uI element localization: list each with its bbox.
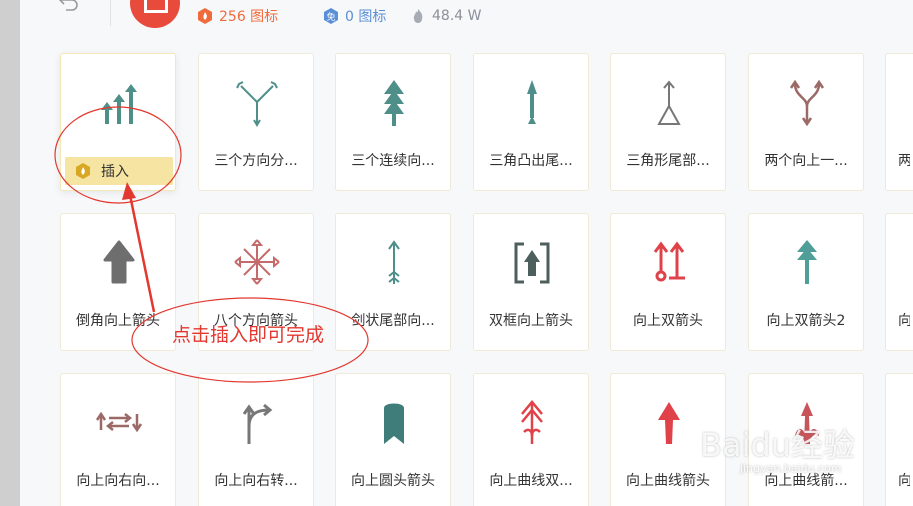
card-art — [199, 72, 315, 142]
icon-card[interactable]: 剑状尾部向... — [335, 213, 451, 351]
sword-tail-arrow-icon — [388, 240, 400, 284]
header-divider — [110, 0, 111, 26]
curved-double-arrow-icon — [521, 400, 543, 444]
triple-up-arrows-icon — [101, 84, 137, 124]
card-label: 两 — [898, 153, 910, 169]
icon-card[interactable]: 向上双箭头 — [610, 213, 726, 351]
card-art — [336, 392, 452, 462]
annotation-text: 点击插入即可完成 — [172, 324, 325, 346]
flame-icon — [413, 9, 423, 23]
icon-card[interactable]: 向上圆头箭头 — [335, 373, 451, 506]
card-art — [61, 392, 177, 462]
library-header: 256 图标 免 0 图标 48.4 W — [20, 0, 913, 40]
three-way-split-arrow-icon — [236, 81, 278, 127]
card-label: 剑状尾部向... — [351, 313, 435, 329]
card-label: 向上向右向... — [76, 473, 160, 489]
card-art — [474, 232, 590, 302]
free-badge-text: 免 — [326, 11, 335, 23]
library-logo-icon — [144, 0, 168, 13]
curved-up-arrow-icon — [658, 402, 680, 444]
watermark-url: jingyan.baidu.com — [740, 462, 842, 475]
card-art — [61, 72, 177, 142]
rounded-up-arrow-icon — [103, 240, 135, 284]
card-art — [61, 232, 177, 302]
card-label: 向上曲线双... — [489, 473, 573, 489]
free-hexagon-icon: 免 — [324, 8, 338, 24]
card-label: 向上圆头箭头 — [351, 473, 435, 489]
card-label: 倒角向上箭头 — [76, 313, 160, 329]
double-chevron-up-arrow-icon — [797, 240, 817, 284]
insert-label: 插入 — [101, 164, 129, 180]
card-art — [199, 392, 315, 462]
icon-card[interactable]: 向 — [885, 373, 913, 506]
heat-text: 48.4 W — [432, 8, 482, 24]
icon-card[interactable]: 双框向上箭头 — [473, 213, 589, 351]
card-label: 双框向上箭头 — [489, 313, 573, 329]
card-label: 向上双箭头2 — [766, 313, 846, 329]
card-label: 向上向右转... — [214, 473, 298, 489]
card-art — [474, 72, 590, 142]
icon-card[interactable]: 向上向右向... — [60, 373, 176, 506]
double-up-arrow-icon — [653, 241, 685, 282]
icon-card[interactable]: 倒角向上箭头 — [60, 213, 176, 351]
avatar[interactable] — [130, 0, 180, 28]
framed-up-arrow-icon — [514, 242, 550, 284]
card-art — [336, 72, 452, 142]
triangle-tail-arrow-icon — [527, 80, 537, 124]
icon-card-three-up-arrows[interactable]: 插入 — [60, 53, 176, 191]
watermark-brand: Baidu经验 — [700, 426, 856, 464]
eight-direction-arrow-icon — [234, 239, 280, 285]
card-art — [199, 232, 315, 302]
card-label: 向上双箭头 — [633, 313, 703, 329]
round-head-arrow-icon — [384, 403, 404, 444]
card-art — [611, 72, 727, 142]
hexagon-flame-icon — [198, 8, 212, 24]
card-label: 向上曲线箭头 — [626, 473, 710, 489]
icon-card[interactable]: 两 — [885, 53, 913, 191]
icon-count-stat: 256 图标 — [197, 6, 278, 26]
card-art — [611, 232, 727, 302]
icon-card[interactable]: 向上向右转... — [198, 373, 314, 506]
card-label: 向 — [898, 313, 910, 329]
card-label: 三角凸出尾... — [489, 153, 573, 169]
icon-card[interactable]: 两个向上一... — [748, 53, 864, 191]
icon-count-text: 256 图标 — [219, 9, 279, 25]
up-right-turn-arrow-icon — [242, 403, 273, 444]
coin-icon — [76, 163, 90, 179]
card-label: 两个向上一... — [764, 153, 848, 169]
icon-card[interactable]: 三角形尾部... — [610, 53, 726, 191]
icon-card[interactable]: 向上曲线双... — [473, 373, 589, 506]
card-art — [474, 392, 590, 462]
icon-card[interactable]: 三个方向分... — [198, 53, 314, 191]
free-count-text: 0 图标 — [345, 9, 387, 25]
multi-direction-swap-arrow-icon — [95, 411, 143, 433]
icon-card[interactable]: 向 — [885, 213, 913, 351]
card-label: 三角形尾部... — [626, 153, 710, 169]
triangle-base-arrow-icon — [657, 80, 681, 125]
icon-card[interactable]: 向上双箭头2 — [748, 213, 864, 351]
card-art — [749, 232, 865, 302]
card-label: 向 — [898, 473, 910, 489]
card-label: 三个连续向... — [351, 153, 435, 169]
heat-stat: 48.4 W — [410, 6, 481, 26]
icon-card[interactable]: 三角凸出尾... — [473, 53, 589, 191]
free-count-stat: 免 0 图标 — [323, 6, 386, 26]
insert-button[interactable]: 插入 — [65, 157, 173, 185]
card-art — [336, 232, 452, 302]
undo-icon[interactable] — [58, 0, 80, 14]
fork-down-arrow-icon — [789, 79, 825, 127]
stacked-chevron-arrow-icon — [384, 80, 404, 126]
card-label: 三个方向分... — [214, 153, 298, 169]
icon-card[interactable]: 三个连续向... — [335, 53, 451, 191]
card-art — [749, 72, 865, 142]
